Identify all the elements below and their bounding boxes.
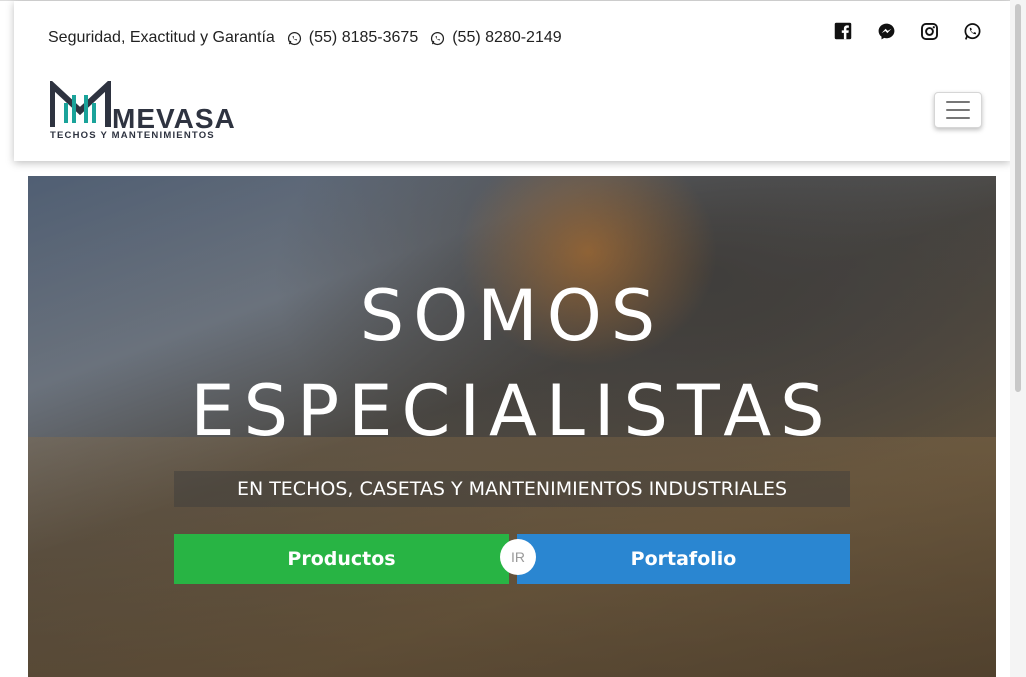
social-links: [810, 21, 982, 41]
page-scrollbar[interactable]: [1010, 0, 1026, 677]
messenger-icon[interactable]: [876, 21, 896, 41]
ir-divider-badge: IR: [500, 539, 536, 575]
hero-subtitle: EN TECHOS, CASETAS Y MANTENIMIENTOS INDU…: [174, 471, 850, 507]
instagram-icon[interactable]: [919, 21, 939, 41]
whatsapp-icon: [431, 31, 445, 45]
facebook-icon[interactable]: [833, 21, 853, 41]
tagline: Seguridad, Exactitud y Garantía: [48, 29, 275, 46]
menu-toggle-button[interactable]: [934, 92, 982, 128]
logo-mark-icon: [50, 81, 111, 127]
logo[interactable]: MEVASA TECHOS Y MANTENIMIENTOS: [50, 81, 235, 143]
hero-title-line-2: ESPECIALISTAS: [190, 370, 834, 452]
phone-number-1: (55) 8185-3675: [308, 29, 419, 46]
hero-banner: SOMOS ESPECIALISTAS EN TECHOS, CASETAS Y…: [28, 176, 996, 677]
site-header: Seguridad, Exactitud y Garantía (55) 818…: [14, 1, 1010, 161]
phone-number-2: (55) 8280-2149: [452, 29, 562, 46]
phone-link-1[interactable]: (55) 8185-3675: [287, 29, 418, 47]
portfolio-button[interactable]: Portafolio: [517, 534, 850, 584]
hamburger-line: [946, 117, 970, 119]
hero-subtitle-text: EN TECHOS, CASETAS Y MANTENIMIENTOS INDU…: [236, 478, 788, 500]
whatsapp-icon: [287, 31, 301, 45]
scrollbar-thumb[interactable]: [1015, 4, 1021, 392]
logo-tagline: TECHOS Y MANTENIMIENTOS: [50, 130, 215, 141]
hero-title-line-1: SOMOS: [359, 275, 665, 357]
hamburger-line: [946, 109, 970, 111]
phone-link-2[interactable]: (55) 8280-2149: [430, 29, 562, 47]
whatsapp-icon[interactable]: [962, 21, 982, 41]
contact-bar: Seguridad, Exactitud y Garantía (55) 818…: [48, 27, 562, 49]
products-button[interactable]: Productos: [174, 534, 509, 584]
hamburger-icon: [946, 101, 970, 103]
